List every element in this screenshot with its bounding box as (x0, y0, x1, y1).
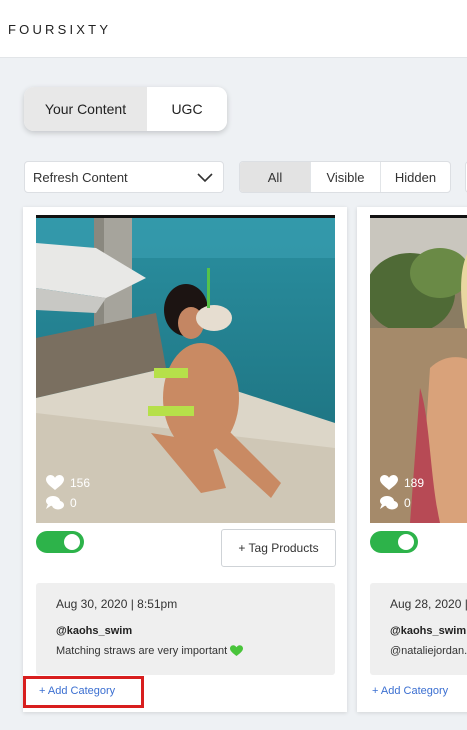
comments-icon (46, 496, 64, 510)
toggle-knob (64, 534, 80, 550)
tab-your-content[interactable]: Your Content (24, 87, 147, 131)
content-source-toggle: Your Content UGC (24, 87, 227, 131)
post-card: 156 0 + Tag Products Aug 30, 2020 | 8:51… (23, 207, 347, 712)
post-image[interactable]: 189 0 (370, 215, 467, 523)
post-caption: Matching straws are very important (56, 645, 335, 657)
tag-products-button[interactable]: + Tag Products (221, 529, 336, 567)
filter-visible-button[interactable]: Visible (310, 162, 380, 192)
visibility-filter: All Visible Hidden (239, 161, 451, 193)
post-meta: Aug 30, 2020 | 8:51pm @kaohs_swim Matchi… (36, 583, 335, 675)
filter-all-button[interactable]: All (240, 162, 310, 192)
likes-count: 189 (404, 476, 425, 490)
filter-hidden-button[interactable]: Hidden (380, 162, 450, 192)
caption-text: @nataliejordan. (390, 645, 467, 657)
green-heart-icon (230, 645, 244, 657)
post-date: Aug 28, 2020 | 8 (390, 597, 467, 611)
post-stats: 189 0 (380, 473, 424, 513)
comments-count: 0 (404, 496, 411, 510)
post-username[interactable]: @kaohs_swim (390, 625, 467, 637)
post-meta: Aug 28, 2020 | 8 @kaohs_swim @nataliejor… (370, 583, 467, 675)
comments-icon (380, 496, 398, 510)
chevron-down-icon (197, 173, 213, 183)
comments-count: 0 (70, 496, 77, 510)
heart-icon (46, 475, 64, 490)
post-card: 189 0 Aug 28, 2020 | 8 @kaohs_swim @nata… (357, 207, 467, 712)
post-stats: 156 0 (46, 473, 90, 513)
add-category-link[interactable]: + Add Category (372, 685, 448, 697)
dropdown-value: Refresh Content (33, 169, 128, 185)
visibility-toggle[interactable] (36, 531, 84, 553)
tab-ugc[interactable]: UGC (147, 87, 227, 131)
likes-count: 156 (70, 476, 91, 490)
caption-text: Matching straws are very important (56, 645, 228, 657)
post-caption: @nataliejordan. (390, 645, 467, 657)
heart-icon (380, 475, 398, 490)
toggle-knob (398, 534, 414, 550)
refresh-content-dropdown[interactable]: Refresh Content (24, 161, 224, 193)
top-bar: FOURSIXTY (0, 0, 467, 58)
highlight-box (23, 676, 144, 708)
visibility-toggle[interactable] (370, 531, 418, 553)
post-date: Aug 30, 2020 | 8:51pm (56, 597, 178, 611)
post-username[interactable]: @kaohs_swim (56, 625, 335, 637)
foursixty-logo[interactable]: FOURSIXTY (8, 22, 111, 37)
post-image[interactable]: 156 0 (36, 215, 335, 523)
